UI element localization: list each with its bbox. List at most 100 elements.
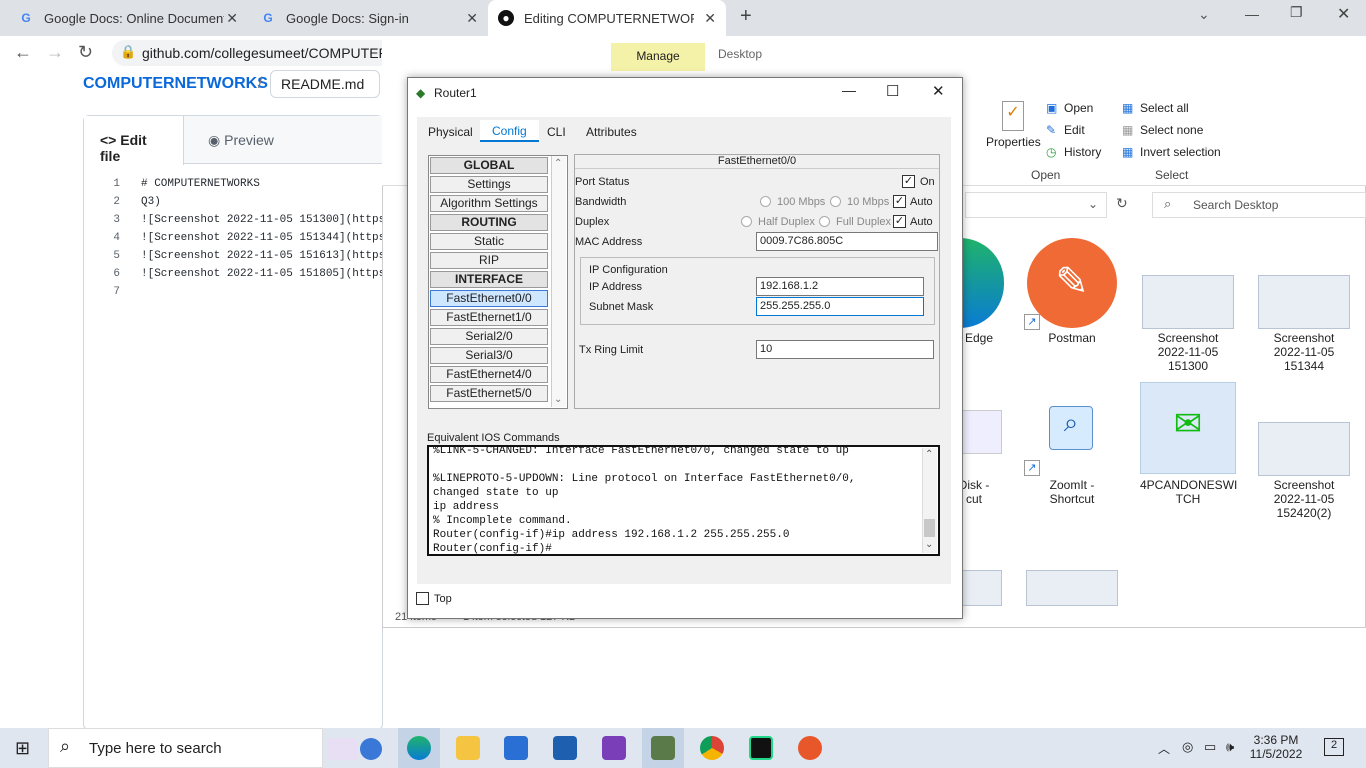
history-button[interactable]: History <box>1064 145 1101 159</box>
code-line[interactable]: # COMPUTERNETWORKS <box>141 178 383 190</box>
file-explorer-taskbar-icon[interactable] <box>456 736 480 760</box>
network-icon[interactable]: ▭ <box>1204 739 1216 755</box>
bandwidth-auto-checkbox[interactable]: ✓ <box>893 195 906 208</box>
browser-tab-google-signin[interactable]: G Google Docs: Sign-in ✕ <box>250 0 488 36</box>
desktop-icon-screenshot-label[interactable]: Screenshot 2022-11-05 152420(2) <box>1256 478 1352 520</box>
mail-taskbar-icon[interactable] <box>553 736 577 760</box>
tx-ring-limit-field[interactable]: 10 <box>756 340 934 359</box>
duplex-auto-checkbox[interactable]: ✓ <box>893 215 906 228</box>
notification-center-icon[interactable]: 2 <box>1324 738 1344 756</box>
code-line[interactable]: ![Screenshot 2022-11-05 151300](https <box>141 214 383 226</box>
scroll-up-icon[interactable]: ⌃ <box>554 158 562 169</box>
desktop-icon-screenshot-label[interactable]: Screenshot 2022-11-05 151300 <box>1140 331 1236 373</box>
postman-icon[interactable]: ✎ <box>1027 238 1117 328</box>
subnet-mask-field[interactable]: 255.255.255.0 <box>756 297 924 316</box>
close-icon[interactable]: ✕ <box>932 82 945 100</box>
volume-icon[interactable]: 🕪 <box>1226 739 1234 755</box>
screenshot-thumbnail[interactable] <box>1258 422 1350 476</box>
code-line[interactable]: ![Screenshot 2022-11-05 151613](https <box>141 250 383 262</box>
screenshot-thumbnail[interactable] <box>960 570 1002 606</box>
top-checkbox[interactable] <box>416 592 429 605</box>
desktop-icon-screenshot-label[interactable]: Screenshot 2022-11-05 151344 <box>1256 331 1352 373</box>
ip-address-field[interactable]: 192.168.1.2 <box>756 277 924 296</box>
scroll-down-icon[interactable]: ⌄ <box>554 394 562 405</box>
desktop-icon-zoomit-label[interactable]: ZoomIt - Shortcut <box>1024 478 1120 506</box>
screenshot-thumbnail[interactable] <box>1142 275 1234 329</box>
nav-item-fastethernet0-0[interactable]: FastEthernet0/0 <box>430 290 548 307</box>
chevron-up-icon[interactable]: ︿ <box>1158 740 1170 757</box>
packet-tracer-taskbar-icon[interactable] <box>651 736 675 760</box>
nav-item-fastethernet4-0[interactable]: FastEthernet4/0 <box>430 366 548 383</box>
zoomit-icon[interactable]: ⌕ <box>1049 406 1093 450</box>
screenshot-thumbnail[interactable] <box>1026 570 1118 606</box>
full-duplex-radio[interactable] <box>819 216 830 227</box>
refresh-icon[interactable]: ↻ <box>1116 195 1128 212</box>
store-taskbar-icon[interactable] <box>504 736 528 760</box>
open-button[interactable]: Open <box>1064 101 1093 115</box>
browser-tab-github[interactable]: ● Editing COMPUTERNETWORKS/R ✕ <box>488 0 726 36</box>
mac-address-field[interactable]: 0009.7C86.805C <box>756 232 938 251</box>
edit-button[interactable]: Edit <box>1064 123 1085 137</box>
packet-tracer-file-icon[interactable]: ✉ <box>1166 404 1210 444</box>
repo-name-link[interactable]: COMPUTERNETWORKS <box>83 75 268 93</box>
ios-commands-console[interactable]: %LINK-5-CHANGED: Interface FastEthernet0… <box>427 445 940 556</box>
close-window-icon[interactable]: ✕ <box>1337 4 1350 24</box>
webcam-icon[interactable]: ◎ <box>1182 739 1193 755</box>
nav-item-fastethernet5-0[interactable]: FastEthernet5/0 <box>430 385 548 402</box>
tab-cli[interactable]: CLI <box>547 125 566 139</box>
chevron-down-icon[interactable]: ⌄ <box>1088 197 1098 211</box>
code-line[interactable]: ![Screenshot 2022-11-05 151805](https <box>141 268 383 280</box>
postman-taskbar-icon[interactable] <box>798 736 822 760</box>
tab-edit-file[interactable]: <> Edit file <box>84 116 184 165</box>
nav-scrollbar[interactable] <box>551 156 566 407</box>
desktop-icon-postman-label[interactable]: Postman <box>1024 331 1120 345</box>
properties-button[interactable]: Properties <box>986 135 1041 149</box>
port-status-checkbox[interactable]: ✓ <box>902 175 915 188</box>
nav-item-fastethernet1-0[interactable]: FastEthernet1/0 <box>430 309 548 326</box>
lock-icon[interactable]: 🔒 <box>120 44 136 60</box>
maximize-icon[interactable]: ☐ <box>886 82 899 100</box>
minimize-icon[interactable]: — <box>842 82 856 98</box>
tab-attributes[interactable]: Attributes <box>586 125 637 139</box>
screenshot-thumbnail[interactable] <box>1258 275 1350 329</box>
chrome-taskbar-icon[interactable] <box>700 736 724 760</box>
half-duplex-radio[interactable] <box>741 216 752 227</box>
tab-preview[interactable]: ◉ Preview <box>208 132 274 149</box>
bandwidth-100-radio[interactable] <box>760 196 771 207</box>
tab-search-icon[interactable]: ⌄ <box>1198 6 1210 23</box>
select-all-button[interactable]: Select all <box>1140 101 1189 115</box>
nav-item-rip[interactable]: RIP <box>430 252 548 269</box>
bandwidth-10-radio[interactable] <box>830 196 841 207</box>
disk-shortcut-icon[interactable] <box>962 410 1002 454</box>
nav-item-settings[interactable]: Settings <box>430 176 548 193</box>
console-scrollbar[interactable] <box>922 448 937 553</box>
new-tab-icon[interactable]: + <box>740 5 752 28</box>
scroll-up-icon[interactable]: ⌃ <box>925 449 933 460</box>
reload-icon[interactable]: ↻ <box>78 42 93 63</box>
tab-physical[interactable]: Physical <box>428 125 473 139</box>
windows-start-icon[interactable]: ⊞ <box>15 738 30 759</box>
edge-taskbar-icon[interactable] <box>407 736 431 760</box>
desktop-icon-4pc-label[interactable]: 4PCANDONESWI TCH <box>1140 478 1237 506</box>
back-icon[interactable]: ← <box>14 42 32 63</box>
console-scroll-thumb[interactable] <box>924 519 935 537</box>
search-desktop-input[interactable]: Search Desktop <box>1152 192 1366 218</box>
taskbar-clock[interactable]: 3:36 PM 11/5/2022 <box>1246 733 1306 761</box>
close-tab-icon[interactable]: ✕ <box>704 10 716 27</box>
browser-tab-google-docs[interactable]: G Google Docs: Online Document E ✕ <box>8 0 248 36</box>
select-none-button[interactable]: Select none <box>1140 123 1203 137</box>
minimize-icon[interactable]: — <box>1245 6 1259 22</box>
filename-input[interactable]: README.md <box>270 70 380 98</box>
close-tab-icon[interactable]: ✕ <box>466 10 478 27</box>
forward-icon[interactable]: → <box>46 42 64 63</box>
code-line[interactable]: Q3) <box>141 196 383 208</box>
explorer-address-bar[interactable] <box>965 192 1107 218</box>
restore-icon[interactable]: ❐ <box>1290 4 1303 21</box>
tab-config[interactable]: Config <box>480 120 539 142</box>
code-line[interactable]: ![Screenshot 2022-11-05 151344](https <box>141 232 383 244</box>
taskbar-search-box[interactable]: Type here to search <box>48 728 323 768</box>
ribbon-tab-manage[interactable]: Manage <box>611 43 705 71</box>
scroll-down-icon[interactable]: ⌄ <box>925 539 933 550</box>
pycharm-taskbar-icon[interactable] <box>749 736 773 760</box>
nav-item-algorithm-settings[interactable]: Algorithm Settings <box>430 195 548 212</box>
